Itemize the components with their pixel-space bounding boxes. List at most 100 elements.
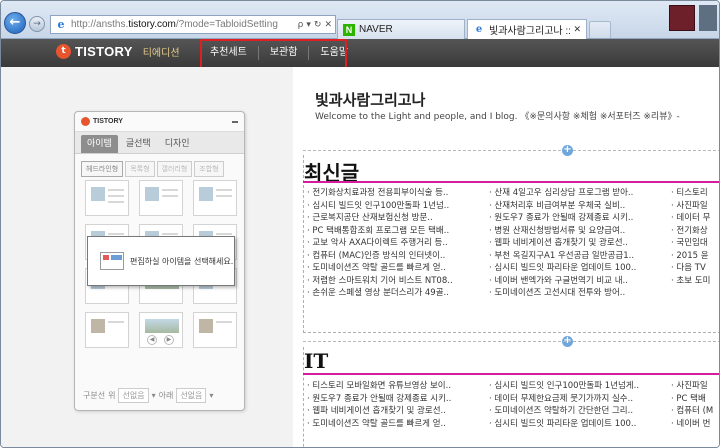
post-link[interactable]: · 티스토리 [671,186,719,199]
section-title: IT [304,349,329,373]
layout-thumbnail[interactable] [139,180,183,216]
post-link[interactable]: · 심시티 빌드잇 인구100만돌파 1년넘.. [307,199,489,212]
tistory-brand: TISTORY [75,44,133,59]
post-link[interactable]: · 저렴한 스마트워치 기어 비스트 NT08.. [307,274,489,287]
post-link[interactable]: · 전기화상 [671,224,719,237]
post-link[interactable]: · 원도우7 종료가 안될때 강제종료 시키.. [307,392,489,405]
post-link[interactable]: · 2015 윤 [671,249,719,262]
post-columns: · 티스토리 모바일화면 유튜브영상 보이.. · 원도우7 종료가 안될때 강… [307,379,719,430]
tistory-logo-icon [81,117,90,126]
post-link[interactable]: · 도미네이션즈 약탈 골드를 빠르게 얻.. [307,261,489,274]
layout-thumbnail[interactable] [85,180,129,216]
browser-toolbar: ← → e http://ansths.tistory.com/?mode=Ta… [1,1,719,39]
post-link[interactable]: · 사진파일 [671,199,719,212]
next-page-button[interactable]: ▶ [163,335,174,345]
post-link[interactable]: · 데이터 무제한요금제 뭇기가까지 실수.. [489,392,671,405]
stop-icon[interactable]: ✕ [324,20,332,30]
post-link[interactable]: · 데이터 무 [671,211,719,224]
tooltip-text: 편집하실 아이템을 선택해세요. [130,256,234,266]
tistory-logo[interactable]: t TISTORY 티에디션 [56,44,180,59]
blog-preview: 빛과사람그리고나 Welcome to the Light and people… [293,67,719,447]
tab-design[interactable]: 디자인 [159,135,196,153]
post-link[interactable]: · 병원 산재신청방법서류 및 요양급여.. [489,224,671,237]
layout-thumbnail[interactable] [193,180,237,216]
subtab-gallery[interactable]: 갤러리형 [156,161,193,177]
tistory-edition: 티에디션 [142,48,180,59]
tab-item[interactable]: 아이템 [81,135,118,153]
post-link[interactable]: · 국민임대 [671,236,719,249]
close-tab-icon[interactable]: ✕ [573,24,581,35]
section-divider [303,150,719,151]
post-link[interactable]: · 근로복지공단 산재보험신청 방문.. [307,211,489,224]
post-link[interactable]: · 사진파일 [671,379,719,392]
layout-type-tabs: 헤드라인형 목록형 갤러리형 조합형 [75,154,244,177]
panel-brand: TISTORY [93,118,123,125]
post-link[interactable]: · 컴퓨터 (MAC)인증 방식의 인터넷이.. [307,249,489,262]
post-link[interactable]: · 컴퓨터 (M [671,404,719,417]
tistory-admin-bar: t TISTORY 티에디션 추천세트 보관함 도움말 [1,39,719,67]
section-rule [303,181,719,183]
prev-page-button[interactable]: ◀ [147,335,158,345]
minimize-icon[interactable] [232,120,238,123]
toolbar-app-icon[interactable] [699,5,717,31]
ie-tab-icon: e [475,23,483,35]
back-button[interactable]: ← [4,12,26,34]
tab-label: 빛과사람그리고나 :: [489,26,571,37]
pager: ◀ ▶ [75,334,246,345]
refresh-icon[interactable]: ↻ [314,20,322,30]
address-bar[interactable]: e http://ansths.tistory.com/?mode=Tabloi… [50,15,336,34]
post-link[interactable]: · 티스토리 모바일화면 유튜브영상 보이.. [307,379,489,392]
item-select-tooltip: 편집하실 아이템을 선택해세요. [87,236,235,286]
naver-icon: N [343,23,355,36]
section-divider [303,341,719,342]
post-column: · 티스토리 · 사진파일 · 데이터 무 · 전기화상 · 국민임대 · 20… [671,186,719,299]
chevron-down-icon[interactable]: ▾ [209,391,213,400]
tab-naver[interactable]: N NAVER [337,19,465,39]
forward-button[interactable]: → [29,16,45,32]
post-link[interactable]: · 산재 4일고우 심리상담 프로그램 받아.. [489,186,671,199]
post-link[interactable]: · 도미네이션즈 약탈하기 간단한던 그리.. [489,404,671,417]
post-link[interactable]: · 네이버 번 [671,417,719,430]
tab-label: NAVER [359,24,393,35]
section-rule [303,373,719,375]
search-icon[interactable]: ρ [298,20,304,30]
divider-bottom-select[interactable]: 선없음 [176,388,207,403]
dropdown-icon[interactable]: ▾ [306,20,311,30]
post-link[interactable]: · 다음 TV [671,261,719,274]
browser-window: ← → e http://ansths.tistory.com/?mode=Ta… [0,0,720,448]
divider-label: 구분선 [83,391,106,400]
post-link[interactable]: · 웹파 네비게이션 흡개찾기 및 광로선.. [307,404,489,417]
chevron-down-icon[interactable]: ▾ [152,391,156,400]
subtab-list[interactable]: 목록형 [125,161,155,177]
post-link[interactable]: · 손쉬운 스페셜 영상 분더스리가 49골.. [307,286,489,299]
post-link[interactable]: · 도미네이션즈 약탈 골드를 빠르게 얻.. [307,417,489,430]
toolbar-app-icon[interactable] [669,5,695,31]
layout-edit-icon [100,252,124,270]
tab-select-post[interactable]: 글선택 [120,135,157,153]
post-link[interactable]: · 심시티 빌드잇 인구100만돌파 1년넘게.. [489,379,671,392]
post-link[interactable]: · 전기화상치료과정 전용피부이식술 등.. [307,186,489,199]
post-link[interactable]: · 초보 도미 [671,274,719,287]
tab-blog[interactable]: e 빛과사람그리고나 :: ✕ [467,19,587,39]
blog-title[interactable]: 빛과사람그리고나 [315,89,425,110]
post-link[interactable]: · 심시티 빌드잇 파리타운 업데이트 100.. [489,417,671,430]
panel-header[interactable]: TISTORY [75,112,244,132]
divider-settings: 구분선 위 선없음 ▾ 아래 선없음 ▾ [83,388,213,403]
divider-top-select[interactable]: 선없음 [118,388,149,403]
new-tab-button[interactable] [589,21,611,38]
post-link[interactable]: · 웹파 네비게이션 흡개찾기 및 광로선.. [489,236,671,249]
ie-page-icon: e [57,17,65,31]
post-link[interactable]: · 도미네이션즈 고선시대 전투와 방어.. [489,286,671,299]
post-link[interactable]: · 원도우7 종료가 안될때 강제종료 시키.. [489,211,671,224]
post-link[interactable]: · 네이버 밴엑가와 구글번역기 비교 내.. [489,274,671,287]
post-link[interactable]: · 부천 옥길지구A1 우선공급 일반공급1.. [489,249,671,262]
post-link[interactable]: · 산재처리후 비급여부분 우체국 실비.. [489,199,671,212]
url-text[interactable]: http://ansths.tistory.com/?mode=TabloidS… [71,19,298,30]
subtab-combo[interactable]: 조합형 [194,161,224,177]
post-column: · 사진파일 · PC 택배 · 컴퓨터 (M · 네이버 번 [671,379,719,430]
post-link[interactable]: · 교보 악사 AXA다이렉트 주행거리 등.. [307,236,489,249]
subtab-headline[interactable]: 헤드라인형 [81,161,124,177]
post-link[interactable]: · 심시티 빌드잇 파리타운 업데이트 100.. [489,261,671,274]
post-link[interactable]: · PC 택배 [671,392,719,405]
post-link[interactable]: · PC 택배통합조회 프로그램 모든 택배.. [307,224,489,237]
